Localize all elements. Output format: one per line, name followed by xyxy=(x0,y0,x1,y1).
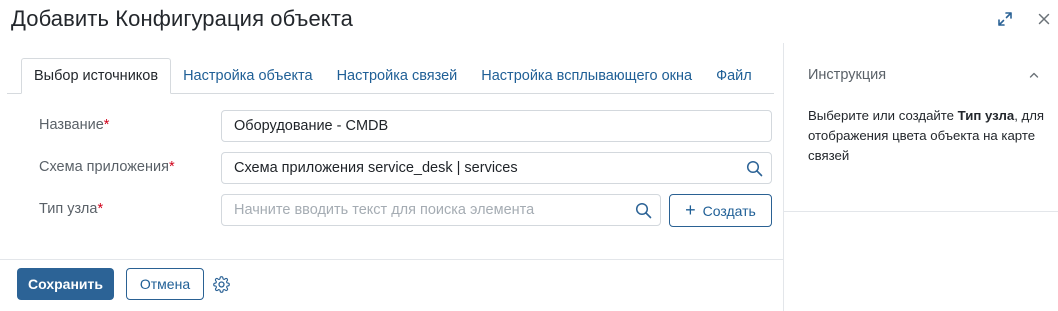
footer-divider xyxy=(0,259,783,260)
tab-file[interactable]: Файл xyxy=(704,58,764,94)
expand-icon[interactable] xyxy=(997,11,1013,27)
schema-label: Схема приложения* xyxy=(39,159,175,175)
required-mark: * xyxy=(97,201,104,217)
tab-source-selection[interactable]: Выбор источников xyxy=(21,58,172,94)
node-type-label: Тип узла* xyxy=(39,201,104,217)
create-button-label: Создать xyxy=(702,202,756,219)
name-label: Название* xyxy=(39,117,110,133)
panel-divider xyxy=(783,43,784,311)
instructions-text: Выберите или создайте Тип узла, для отоб… xyxy=(808,108,1045,163)
plus-icon: + xyxy=(685,199,696,220)
cancel-button[interactable]: Отмена xyxy=(126,268,204,300)
tab-link-settings[interactable]: Настройка связей xyxy=(325,58,470,94)
tab-bar: Выбор источников Настройка объекта Настр… xyxy=(21,58,764,94)
search-icon[interactable] xyxy=(635,202,652,219)
search-icon[interactable] xyxy=(746,160,763,177)
chevron-up-icon[interactable] xyxy=(1027,68,1041,82)
name-input[interactable]: Оборудование - CMDB xyxy=(221,110,772,142)
node-type-placeholder: Начните вводить текст для поиска элемент… xyxy=(234,202,535,218)
node-type-input[interactable]: Начните вводить текст для поиска элемент… xyxy=(221,194,661,226)
tab-popup-settings[interactable]: Настройка всплывающего окна xyxy=(469,58,704,94)
instructions-title: Инструкция xyxy=(808,67,887,83)
required-mark: * xyxy=(168,159,175,175)
save-button[interactable]: Сохранить xyxy=(17,268,114,300)
tab-object-settings[interactable]: Настройка объекта xyxy=(171,58,324,94)
dialog-title: Добавить Конфигурация объекта xyxy=(11,6,354,31)
create-button[interactable]: + Создать xyxy=(669,194,772,227)
schema-input[interactable]: Схема приложения service_desk | services xyxy=(221,152,772,184)
instructions-divider xyxy=(784,211,1058,212)
close-icon[interactable] xyxy=(1036,11,1052,27)
required-mark: * xyxy=(103,117,110,133)
schema-input-value: Схема приложения service_desk | services xyxy=(234,160,518,176)
name-input-value: Оборудование - CMDB xyxy=(234,118,389,134)
gear-icon[interactable] xyxy=(213,276,230,293)
